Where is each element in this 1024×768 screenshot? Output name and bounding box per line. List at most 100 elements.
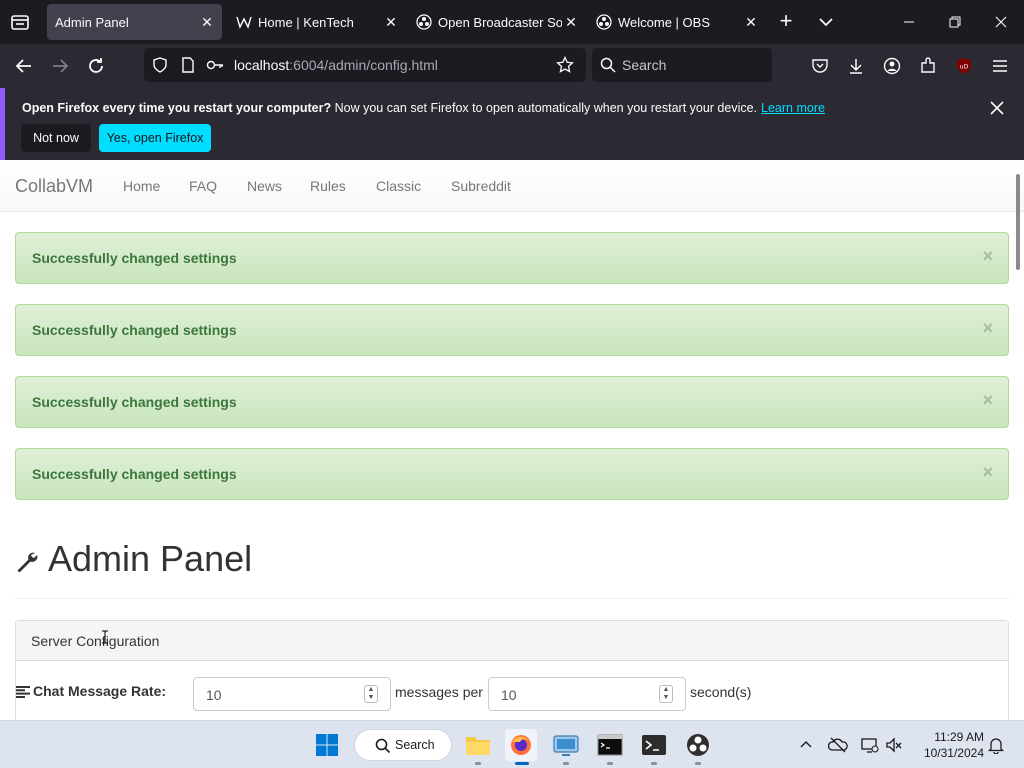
search-box[interactable]: Search — [592, 48, 772, 82]
alert-close-button[interactable]: × — [982, 390, 993, 411]
messages-count-value: 10 — [206, 687, 222, 703]
url-host: localhost — [234, 57, 290, 73]
back-icon[interactable] — [12, 54, 36, 78]
number-spinner-icon[interactable]: ▲ ▼ — [364, 685, 378, 703]
restore-window-button[interactable] — [932, 0, 978, 44]
account-icon[interactable] — [880, 54, 904, 78]
show-hidden-icons-chevron-icon[interactable] — [796, 735, 816, 755]
nav-classic[interactable]: Classic — [376, 178, 421, 194]
reload-icon[interactable] — [84, 54, 108, 78]
search-icon — [600, 57, 616, 73]
close-tab-icon[interactable]: ✕ — [198, 13, 216, 31]
notification-message: Open Firefox every time you restart your… — [22, 101, 825, 115]
obs-icon — [416, 14, 432, 30]
page-content: CollabVM Home FAQ News Rules Classic Sub… — [0, 160, 1024, 720]
ublock-origin-icon[interactable]: uD — [952, 54, 976, 78]
tab-open-broadcaster[interactable]: Open Broadcaster Softw ✕ — [408, 4, 586, 40]
success-alert: Successfully changed settings × — [15, 304, 1009, 356]
minimize-window-button[interactable] — [886, 0, 932, 44]
list-all-tabs-icon[interactable] — [814, 10, 838, 34]
page-title: Admin Panel — [48, 538, 253, 579]
nav-rules[interactable]: Rules — [310, 178, 346, 194]
windows-start-icon[interactable] — [311, 729, 343, 761]
tab-label: Home | KenTech — [258, 14, 354, 30]
running-indicator — [651, 762, 657, 765]
align-left-icon — [16, 685, 30, 698]
network-display-icon[interactable] — [860, 735, 880, 755]
learn-more-link[interactable]: Learn more — [761, 101, 825, 115]
tab-bar: Admin Panel ✕ Home | KenTech ✕ Open Broa… — [0, 0, 1024, 44]
close-notification-icon[interactable] — [989, 100, 1005, 116]
pocket-icon[interactable] — [808, 54, 832, 78]
menu-icon[interactable] — [988, 54, 1012, 78]
open-firefox-button[interactable]: Yes, open Firefox — [99, 124, 211, 152]
tab-admin-panel[interactable]: Admin Panel ✕ — [47, 4, 222, 40]
shield-icon[interactable] — [152, 57, 168, 73]
number-spinner-icon[interactable]: ▲ ▼ — [659, 685, 673, 703]
downloads-icon[interactable] — [844, 54, 868, 78]
alert-message: Successfully changed settings — [32, 250, 237, 266]
close-tab-icon[interactable]: ✕ — [382, 13, 400, 31]
url-text[interactable]: localhost:6004/admin/config.html — [234, 57, 438, 73]
success-alert: Successfully changed settings × — [15, 376, 1009, 428]
new-tab-button[interactable]: + — [774, 8, 798, 36]
permissions-key-icon[interactable] — [206, 57, 224, 73]
file-explorer-icon[interactable] — [462, 729, 494, 761]
firefox-view-icon[interactable] — [8, 10, 32, 34]
firefox-icon[interactable] — [505, 729, 537, 761]
volume-muted-icon[interactable] — [884, 735, 904, 755]
site-navbar: CollabVM Home FAQ News Rules Classic Sub… — [0, 160, 1024, 212]
terminal-icon[interactable] — [638, 729, 670, 761]
chat-rate-label: Chat Message Rate: — [33, 683, 167, 699]
tab-label: Welcome | OBS — [618, 14, 710, 30]
messages-count-input[interactable]: 10 ▲ ▼ — [193, 677, 391, 711]
notification-bell-icon[interactable] — [986, 735, 1006, 755]
onedrive-offline-icon[interactable] — [828, 735, 848, 755]
panel-title: Server Configuration — [31, 633, 160, 649]
not-now-button[interactable]: Not now — [21, 124, 91, 152]
page-icon[interactable] — [180, 57, 196, 73]
running-indicator — [475, 762, 481, 765]
url-bar[interactable]: localhost:6004/admin/config.html — [144, 48, 586, 82]
url-path: :6004/admin/config.html — [289, 57, 438, 73]
system-clock[interactable]: 11:29 AM 10/31/2024 — [916, 729, 984, 761]
tab-label: Open Broadcaster Softw — [438, 14, 562, 30]
running-indicator — [607, 762, 613, 765]
obs-studio-icon[interactable] — [682, 729, 714, 761]
close-tab-icon[interactable]: ✕ — [742, 13, 760, 31]
divider — [15, 598, 1009, 599]
page-scrollbar[interactable] — [1016, 174, 1020, 270]
nav-home[interactable]: Home — [123, 178, 160, 194]
wrench-icon — [15, 550, 39, 574]
seconds-input[interactable]: 10 ▲ ▼ — [488, 677, 686, 711]
messages-per-label: messages per — [395, 684, 483, 700]
ublock-badge-text: uD — [960, 64, 969, 71]
obs-icon — [596, 14, 612, 30]
remote-desktop-icon[interactable] — [550, 729, 582, 761]
tab-welcome-obs[interactable]: Welcome | OBS ✕ — [588, 4, 766, 40]
bookmark-star-icon[interactable] — [556, 55, 574, 74]
alert-message: Successfully changed settings — [32, 322, 237, 338]
search-placeholder: Search — [622, 57, 667, 73]
tab-label: Admin Panel — [55, 14, 129, 30]
clock-time: 11:29 AM — [934, 730, 984, 744]
navigation-toolbar: localhost:6004/admin/config.html Search … — [0, 44, 1024, 88]
extensions-icon[interactable] — [916, 54, 940, 78]
forward-icon[interactable] — [48, 54, 72, 78]
seconds-label: second(s) — [690, 684, 752, 700]
alert-close-button[interactable]: × — [982, 246, 993, 267]
close-tab-icon[interactable]: ✕ — [562, 13, 580, 31]
site-brand[interactable]: CollabVM — [15, 176, 93, 197]
alert-close-button[interactable]: × — [982, 318, 993, 339]
tab-home-kentech[interactable]: Home | KenTech ✕ — [228, 4, 406, 40]
nav-news[interactable]: News — [247, 178, 282, 194]
running-indicator — [563, 762, 569, 765]
kentech-icon — [236, 14, 252, 30]
nav-subreddit[interactable]: Subreddit — [451, 178, 511, 194]
nav-faq[interactable]: FAQ — [189, 178, 217, 194]
search-icon — [375, 738, 391, 754]
alert-close-button[interactable]: × — [982, 462, 993, 483]
command-prompt-icon[interactable] — [594, 729, 626, 761]
taskbar-search[interactable]: Search — [354, 729, 452, 761]
close-window-button[interactable] — [978, 0, 1024, 44]
